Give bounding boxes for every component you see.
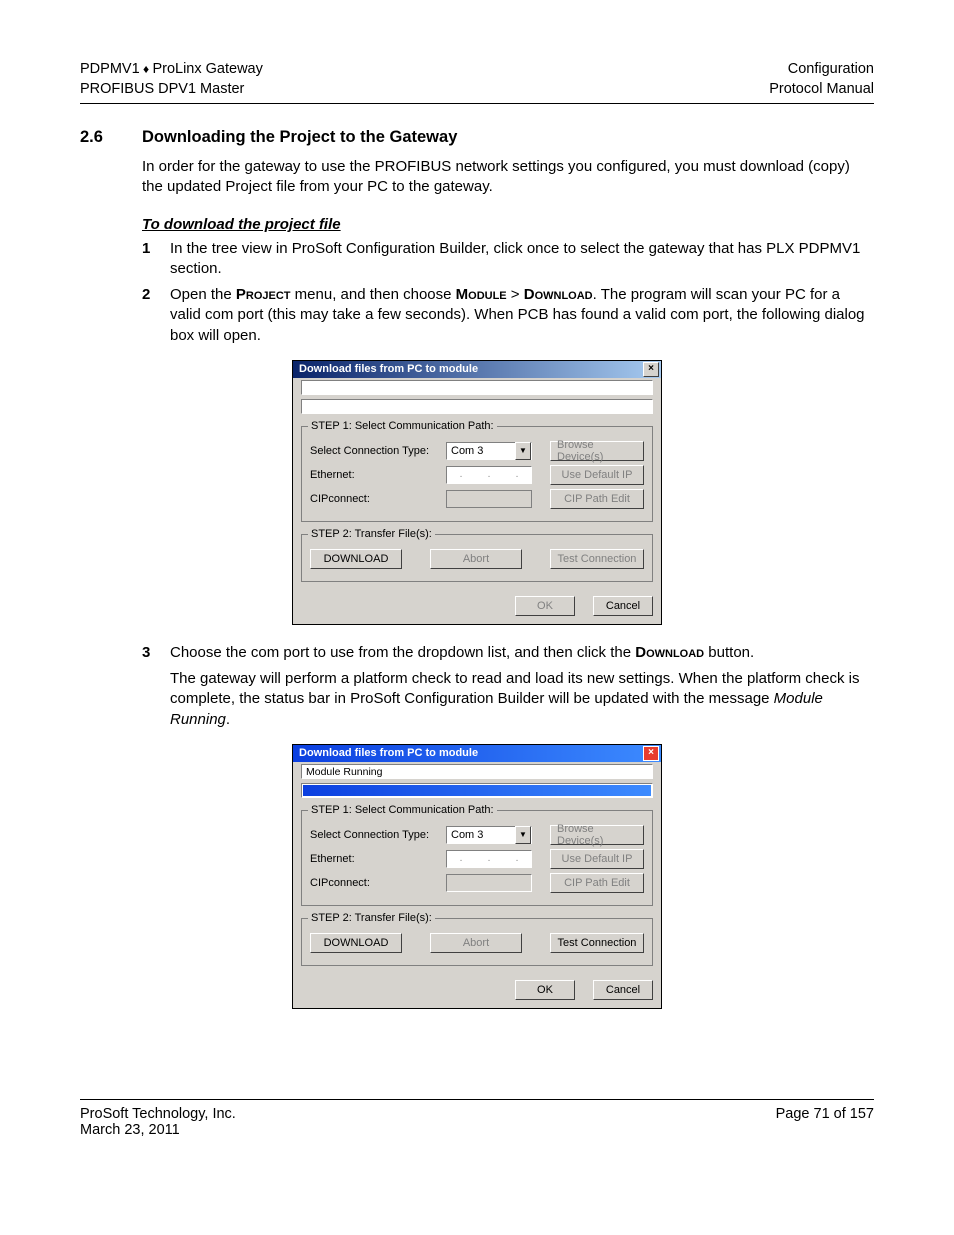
download-button[interactable]: DOWNLOAD [310,549,402,569]
section-heading: 2.6 Downloading the Project to the Gatew… [80,128,874,147]
post-step3-paragraph: The gateway will perform a platform chec… [170,669,874,730]
label-conn-type: Select Connection Type: [310,445,438,457]
status-field-running: Module Running [301,764,653,779]
footer-company: ProSoft Technology, Inc. [80,1106,236,1122]
section-number: 2.6 [80,128,142,147]
browse-devices-button[interactable]: Browse Device(s) [550,441,644,461]
ok-button[interactable]: OK [515,596,575,616]
step2-part-a: Open the [170,286,236,303]
use-default-ip-button-2[interactable]: Use Default IP [550,849,644,869]
use-default-ip-button[interactable]: Use Default IP [550,465,644,485]
ok-button-2[interactable]: OK [515,980,575,1000]
hdr-r2: Protocol Manual [769,80,874,100]
step3-a: Choose the com port to use from the drop… [170,644,635,661]
post3-a: The gateway will perform a platform chec… [170,670,860,707]
download-dialog-2: Download files from PC to module × Modul… [292,744,662,1009]
test-connection-button-2[interactable]: Test Connection [550,933,644,953]
step-2-text: Open the Project menu, and then choose M… [170,285,874,346]
hdr-gateway: ProLinx Gateway [152,61,262,77]
cip-path-edit-button-2[interactable]: CIP Path Edit [550,873,644,893]
abort-button-2[interactable]: Abort [430,933,522,953]
header-right: Configuration Protocol Manual [769,60,874,99]
dialog-title: Download files from PC to module [299,363,478,375]
intro-paragraph: In order for the gateway to use the PROF… [142,157,874,198]
step-2: 2 Open the Project menu, and then choose… [142,285,874,346]
group-step1: STEP 1: Select Communication Path: Selec… [301,426,653,522]
menu-download: Download [524,286,593,303]
close-icon[interactable]: × [643,362,659,377]
step-1-text: In the tree view in ProSoft Configuratio… [170,239,874,280]
group-step1-2: STEP 1: Select Communication Path: Selec… [301,810,653,906]
download-button-2[interactable]: DOWNLOAD [310,933,402,953]
ethernet-ip-field[interactable]: ... [446,466,532,484]
step-3: 3 Choose the com port to use from the dr… [142,643,874,663]
group-step2: STEP 2: Transfer File(s): DOWNLOAD Abort… [301,534,653,582]
hdr-r1: Configuration [769,60,874,80]
footer-right: Page 71 of 157 [776,1106,874,1138]
step-num-1: 1 [142,239,170,280]
header-left: PDPMV1 ♦ ProLinx Gateway PROFIBUS DPV1 M… [80,60,263,99]
label-ethernet: Ethernet: [310,469,438,481]
step2-legend: STEP 2: Transfer File(s): [308,528,435,540]
browse-devices-button-2[interactable]: Browse Device(s) [550,825,644,845]
step-1: 1 In the tree view in ProSoft Configurat… [142,239,874,280]
cip-field [446,490,532,508]
step2-legend-2: STEP 2: Transfer File(s): [308,912,435,924]
step-num-3: 3 [142,643,170,663]
hdr-subtitle: PROFIBUS DPV1 Master [80,80,263,100]
step2-gt: > [507,286,524,303]
test-connection-button[interactable]: Test Connection [550,549,644,569]
hdr-product: PDPMV1 [80,61,140,77]
chevron-down-icon[interactable]: ▼ [515,826,531,844]
step2-part-b: menu, and then choose [291,286,456,303]
group-step2-2: STEP 2: Transfer File(s): DOWNLOAD Abort… [301,918,653,966]
step-3-text: Choose the com port to use from the drop… [170,643,754,663]
ethernet-ip-field-2[interactable]: ... [446,850,532,868]
step1-legend: STEP 1: Select Communication Path: [308,420,497,432]
footer-date: March 23, 2011 [80,1122,236,1138]
page-header: PDPMV1 ♦ ProLinx Gateway PROFIBUS DPV1 M… [80,60,874,104]
footer-left: ProSoft Technology, Inc. March 23, 2011 [80,1106,236,1138]
step-num-2: 2 [142,285,170,346]
combo-value: Com 3 [447,445,515,457]
label-cipconnect-2: CIPconnect: [310,877,438,889]
dialog-title-2: Download files from PC to module [299,747,478,759]
post3-b: . [226,711,230,728]
label-ethernet-2: Ethernet: [310,853,438,865]
conn-type-combo-2[interactable]: Com 3 ▼ [446,826,532,844]
cancel-button-2[interactable]: Cancel [593,980,653,1000]
section-title: Downloading the Project to the Gateway [142,128,457,147]
download-word: Download [635,644,704,661]
dialog-titlebar-2[interactable]: Download files from PC to module × [293,745,661,762]
dialog-titlebar[interactable]: Download files from PC to module × [293,361,661,378]
status-field [301,380,653,395]
page-footer: ProSoft Technology, Inc. March 23, 2011 … [80,1099,874,1138]
procedure-subhead: To download the project file [142,216,874,233]
footer-page: Page 71 of 157 [776,1106,874,1122]
abort-button[interactable]: Abort [430,549,522,569]
step3-b: button. [704,644,754,661]
progress-bar [301,399,653,414]
cip-field-2 [446,874,532,892]
label-cipconnect: CIPconnect: [310,493,438,505]
download-dialog-1: Download files from PC to module × STEP … [292,360,662,625]
menu-module: Module [456,286,507,303]
combo-value-2: Com 3 [447,829,515,841]
step1-legend-2: STEP 1: Select Communication Path: [308,804,497,816]
hdr-sep: ♦ [140,62,153,76]
progress-bar-full [301,783,653,798]
cip-path-edit-button[interactable]: CIP Path Edit [550,489,644,509]
label-conn-type-2: Select Connection Type: [310,829,438,841]
conn-type-combo[interactable]: Com 3 ▼ [446,442,532,460]
close-icon[interactable]: × [643,746,659,761]
cancel-button[interactable]: Cancel [593,596,653,616]
menu-project: Project [236,286,291,303]
chevron-down-icon[interactable]: ▼ [515,442,531,460]
